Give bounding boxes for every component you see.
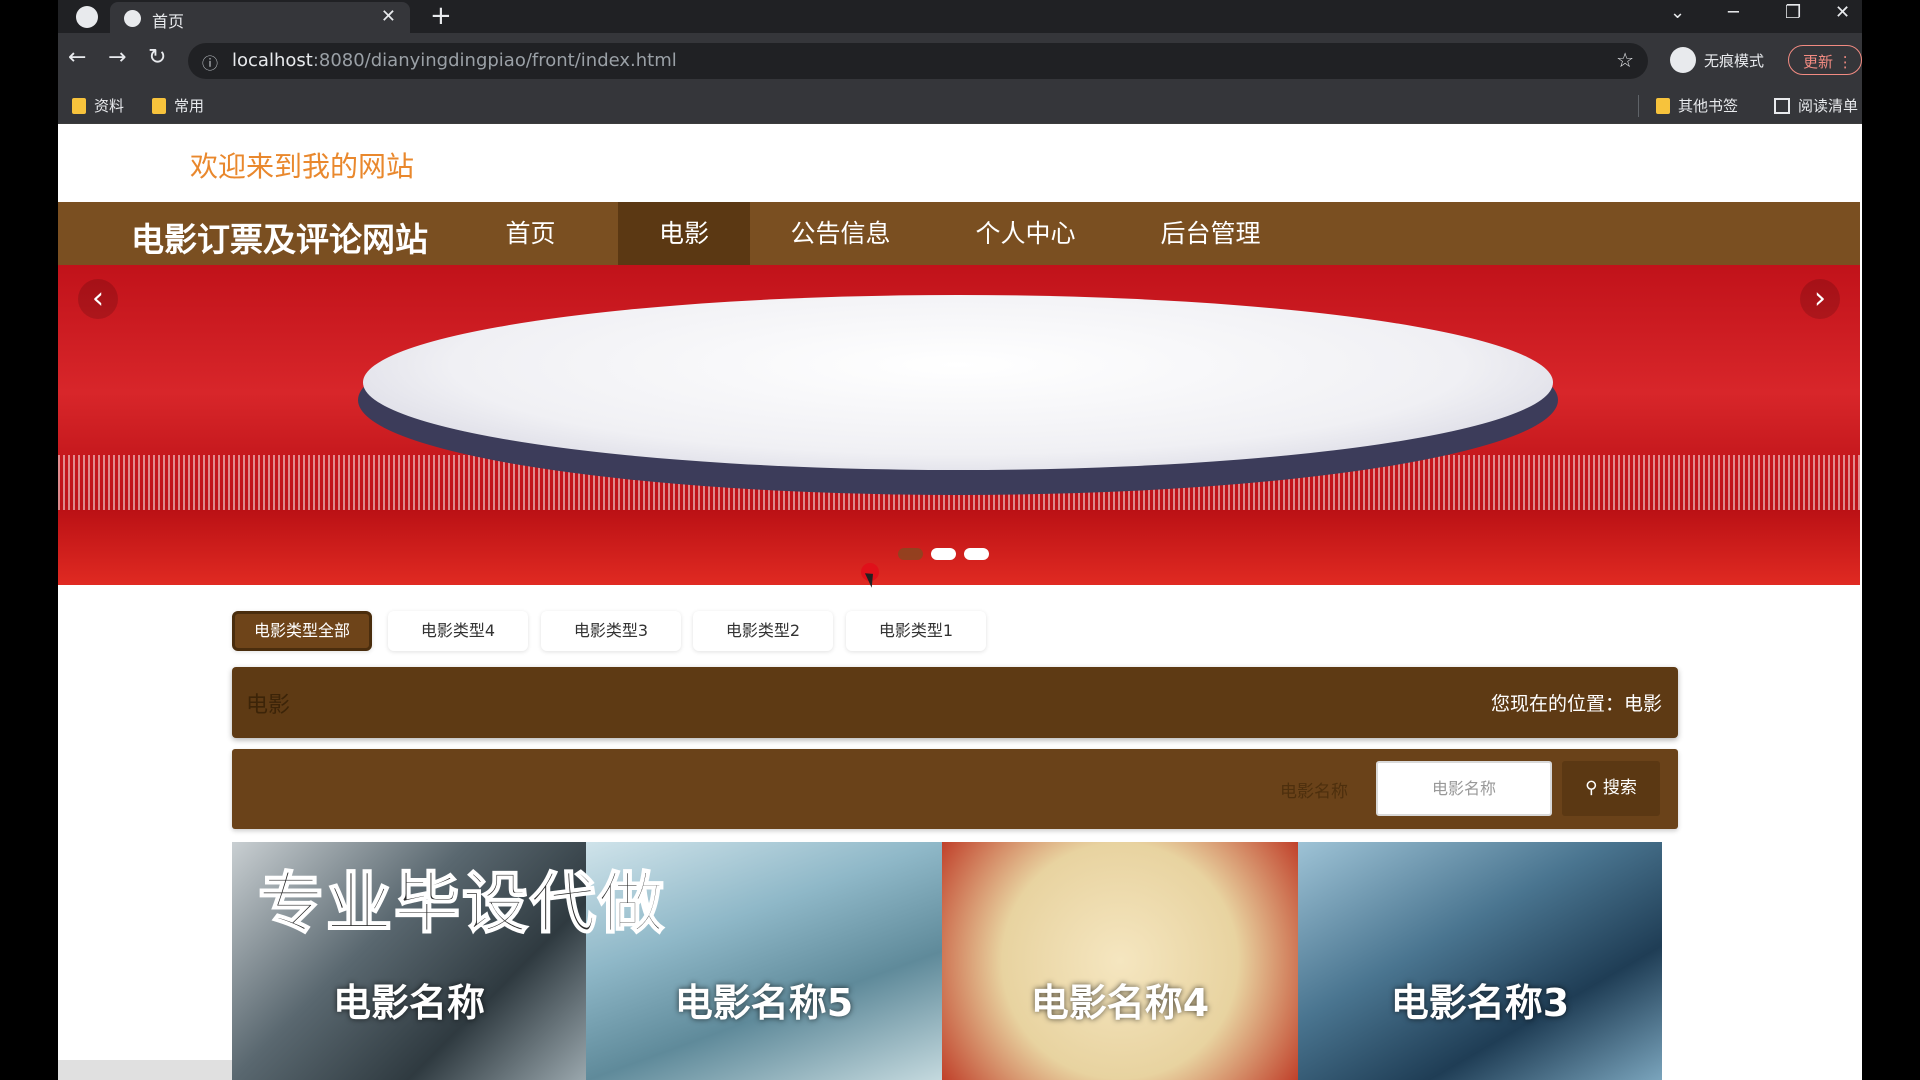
movie-name: 电影名称4 <box>1030 981 1210 1025</box>
reading-list-label: 阅读清单 <box>1798 97 1859 115</box>
url-text: localhost:8080/dianyingdingpiao/front/in… <box>232 50 677 71</box>
url-path: :8080/dianyingdingpiao/front/index.html <box>312 50 677 71</box>
restore-icon[interactable]: ❐ <box>1785 2 1801 23</box>
close-window-icon[interactable]: ✕ <box>1835 2 1850 23</box>
bookmarks-divider <box>1638 95 1639 117</box>
search-button[interactable]: ⚲ 搜索 <box>1562 761 1660 816</box>
category-1[interactable]: 电影类型1 <box>846 611 986 651</box>
nav-movies[interactable]: 电影 <box>618 202 750 265</box>
search-bar: 电影名称 电影名称 ⚲ 搜索 <box>232 749 1678 829</box>
browser-window: 首页 ✕ + ⌄ ─ ❐ ✕ ← → ↻ ⓘ localhost:8080/di… <box>58 0 1862 1080</box>
movie-name: 电影名称 <box>332 981 485 1025</box>
search-label: 电影名称 <box>1280 782 1348 802</box>
new-tab-button[interactable]: + <box>430 1 452 31</box>
other-bookmarks-label: 其他书签 <box>1678 97 1739 115</box>
globe-icon <box>124 10 141 27</box>
watermark-overlay: 专业毕设代做 <box>257 864 666 943</box>
category-4[interactable]: 电影类型4 <box>388 611 528 651</box>
reload-icon[interactable]: ↻ <box>148 45 166 70</box>
carousel-dot[interactable] <box>964 548 989 560</box>
tab-title: 首页 <box>152 12 185 31</box>
back-icon[interactable]: ← <box>68 45 86 70</box>
movie-card[interactable]: 电影名称3 <box>1298 842 1662 1080</box>
carousel-prev-icon[interactable]: ‹ <box>78 279 118 319</box>
reading-list[interactable]: 阅读清单 <box>1774 95 1858 116</box>
carousel-dot[interactable] <box>898 548 923 560</box>
folder-icon <box>152 97 166 114</box>
movie-card[interactable]: 电影名称4 <box>942 842 1298 1080</box>
tab-home[interactable]: 首页 ✕ <box>110 2 410 33</box>
carousel-indicators <box>898 548 989 560</box>
forward-icon[interactable]: → <box>108 45 126 70</box>
other-bookmarks[interactable]: 其他书签 <box>1656 95 1738 116</box>
bookmark-folder-ziliao[interactable]: 资料 <box>72 95 124 116</box>
bookmark-label: 常用 <box>174 97 205 115</box>
banner-stage <box>363 295 1553 470</box>
url-host: localhost <box>232 50 313 71</box>
carousel-next-icon[interactable]: › <box>1800 279 1840 319</box>
minimize-icon[interactable]: ─ <box>1728 2 1739 23</box>
nav-home[interactable]: 首页 <box>473 202 588 265</box>
category-all[interactable]: 电影类型全部 <box>232 611 372 651</box>
horizontal-scrollbar[interactable] <box>58 1060 232 1080</box>
reading-list-icon <box>1774 97 1790 114</box>
breadcrumb-location: 您现在的位置：电影 <box>1490 693 1662 715</box>
breadcrumb: 电影 您现在的位置：电影 <box>232 667 1678 738</box>
search-icon: ⚲ <box>1585 778 1598 798</box>
nav-announcements[interactable]: 公告信息 <box>778 202 903 265</box>
main-nav: 电影订票及评论网站 首页 电影 公告信息 个人中心 后台管理 <box>58 202 1860 265</box>
movie-name: 电影名称3 <box>1390 981 1570 1025</box>
banner-carousel[interactable]: ‹ › <box>58 265 1860 585</box>
close-tab-icon[interactable]: ✕ <box>381 6 396 27</box>
screen: 首页 ✕ + ⌄ ─ ❐ ✕ ← → ↻ ⓘ localhost:8080/di… <box>0 0 1920 1080</box>
search-button-label: 搜索 <box>1602 778 1637 798</box>
incognito-label: 无痕模式 <box>1704 51 1765 70</box>
site-brand[interactable]: 电影订票及评论网站 <box>131 213 428 261</box>
update-label: 更新 <box>1803 53 1834 71</box>
incognito-icon <box>1670 47 1696 73</box>
tab-bar: 首页 ✕ + ⌄ ─ ❐ ✕ <box>58 0 1862 33</box>
incognito-indicator[interactable]: 无痕模式 <box>1670 45 1764 75</box>
section-title: 电影 <box>246 693 291 718</box>
search-input[interactable]: 电影名称 <box>1376 761 1552 816</box>
bookmarks-bar: 资料 常用 其他书签 阅读清单 <box>58 87 1862 124</box>
bookmark-star-icon[interactable]: ☆ <box>1616 48 1634 72</box>
welcome-text: 欢迎来到我的网站 <box>190 150 415 183</box>
folder-icon <box>72 97 86 114</box>
tab-search-icon[interactable]: ⌄ <box>1670 2 1685 23</box>
carousel-dot[interactable] <box>931 548 956 560</box>
toolbar: ← → ↻ ⓘ localhost:8080/dianyingdingpiao/… <box>58 33 1862 87</box>
site-info-icon[interactable]: ⓘ <box>202 50 218 74</box>
nav-admin[interactable]: 后台管理 <box>1143 202 1278 265</box>
bookmark-folder-changyong[interactable]: 常用 <box>152 95 204 116</box>
update-button[interactable]: 更新 ⋮ <box>1788 45 1862 75</box>
folder-icon <box>1656 97 1670 114</box>
bookmark-label: 资料 <box>94 97 125 115</box>
category-2[interactable]: 电影类型2 <box>693 611 833 651</box>
address-bar[interactable]: ⓘ localhost:8080/dianyingdingpiao/front/… <box>188 43 1648 79</box>
category-3[interactable]: 电影类型3 <box>541 611 681 651</box>
browser-menu-icon[interactable] <box>76 6 98 28</box>
movie-name: 电影名称5 <box>674 981 854 1025</box>
nav-user-center[interactable]: 个人中心 <box>958 202 1093 265</box>
